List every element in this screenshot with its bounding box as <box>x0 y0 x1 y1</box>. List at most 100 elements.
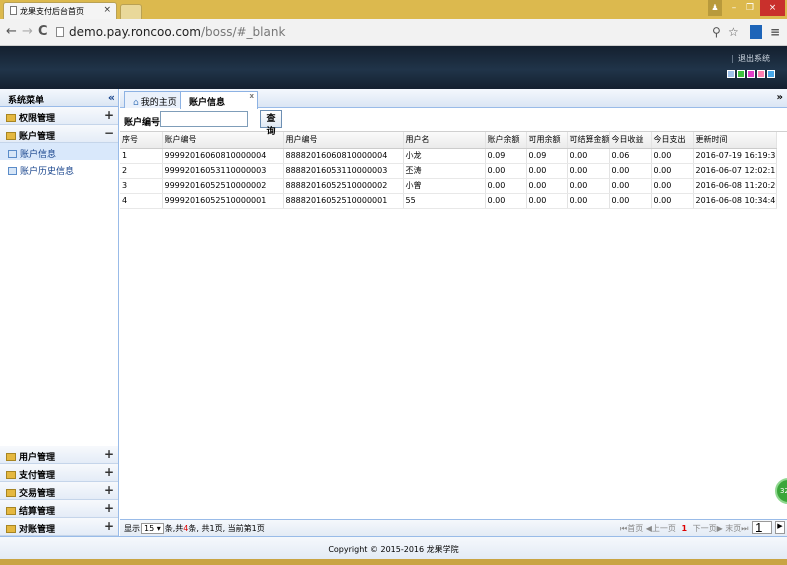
go-page-button[interactable]: ▶ <box>775 521 785 534</box>
collapse-sidebar-icon[interactable]: « <box>108 91 115 104</box>
sidebar-item-account-info[interactable]: 账户信息 <box>0 143 118 160</box>
column-header[interactable]: 今日收益 <box>609 132 652 149</box>
tabs-more-icon[interactable]: » <box>777 92 783 103</box>
folder-icon <box>6 132 16 140</box>
table-row[interactable]: 3 99992016052510000002 88882016052510000… <box>120 178 777 194</box>
table-row[interactable]: 4 99992016052510000001 88882016052510000… <box>120 193 777 209</box>
page-icon <box>10 6 17 15</box>
table-cell: 88882016060810000004 <box>283 148 404 164</box>
table-cell: 小龙 <box>403 148 486 164</box>
page-number-input[interactable] <box>752 521 772 534</box>
browser-tab-title: 龙果支付后台首页 <box>20 7 84 16</box>
column-header[interactable]: 可用余额 <box>526 132 568 149</box>
tab-account-info[interactable]: 账户信息 x <box>180 91 258 109</box>
table-cell: 88882016053110000003 <box>283 163 404 179</box>
theme-swatch-4[interactable] <box>757 70 765 78</box>
current-page: 1 <box>681 524 688 533</box>
table-cell: 0.09 <box>526 148 568 164</box>
page-size-select[interactable]: 15 ▾ <box>141 523 164 534</box>
pagination-nav: ⏮首页 ◀上一页 1 下一页▶ 末页⏭ <box>620 523 748 534</box>
footer: Copyright © 2015-2016 龙果学院 <box>0 536 787 559</box>
column-header[interactable]: 序号 <box>120 132 163 149</box>
table-row[interactable]: 1 99992016060810000004 88882016060810000… <box>120 148 777 164</box>
table-cell: 0.00 <box>526 178 568 194</box>
table-cell: 2 <box>120 163 163 179</box>
maximize-icon[interactable]: ❐ <box>743 0 757 16</box>
next-page-button[interactable]: 下一页▶ <box>693 524 723 533</box>
expand-icon[interactable]: + <box>104 483 114 497</box>
table-row[interactable]: 2 99992016053110000003 88882016053110000… <box>120 163 777 179</box>
new-tab-button[interactable] <box>120 4 142 19</box>
table-cell: 小曾 <box>403 178 486 194</box>
menu-group-settlement[interactable]: 结算管理 + <box>0 500 118 518</box>
sidebar-title: 系统菜单 « <box>0 89 118 107</box>
minimize-icon[interactable]: – <box>727 0 741 16</box>
table-cell: 0.00 <box>567 163 610 179</box>
content-tabs: ⌂ 我的主页 账户信息 x » <box>120 89 787 109</box>
menu-group-account[interactable]: 账户管理 − <box>0 125 118 143</box>
home-icon: ⌂ <box>133 98 139 108</box>
theme-swatch-5[interactable] <box>767 70 775 78</box>
tab-close-icon[interactable]: x <box>249 92 254 100</box>
tab-close-icon[interactable]: × <box>103 5 111 15</box>
table-cell: 0.00 <box>485 178 527 194</box>
first-page-button[interactable]: ⏮首页 <box>620 524 643 533</box>
theme-swatch-3[interactable] <box>747 70 755 78</box>
last-page-button[interactable]: 末页⏭ <box>725 524 748 533</box>
column-header[interactable]: 今日支出 <box>651 132 694 149</box>
expand-icon[interactable]: + <box>104 519 114 533</box>
table-cell: 0.09 <box>485 148 527 164</box>
close-window-icon[interactable]: × <box>760 0 785 16</box>
expand-icon[interactable]: + <box>104 501 114 515</box>
key-icon[interactable]: ⚲ <box>712 25 721 39</box>
search-button[interactable]: 查 询 <box>260 110 282 136</box>
theme-swatch-1[interactable] <box>727 70 735 78</box>
os-taskbar <box>0 559 787 565</box>
expand-icon[interactable]: + <box>104 447 114 461</box>
theme-swatch-2[interactable] <box>737 70 745 78</box>
table-cell: 1 <box>120 148 163 164</box>
column-header[interactable]: 可结算金额 <box>567 132 610 149</box>
browser-tabbar: 龙果支付后台首页 × ♟ – ❐ × <box>0 0 787 19</box>
expand-icon[interactable]: + <box>104 108 114 122</box>
user-icon[interactable]: ♟ <box>708 0 722 16</box>
extension-icon[interactable] <box>750 25 762 39</box>
menu-group-permission[interactable]: 权限管理 + <box>0 107 118 125</box>
forward-icon[interactable]: → <box>22 24 33 39</box>
account-table: 序号 账户编号 用户编号 用户名 账户余额 可用余额 可结算金额 今日收益 今日… <box>120 132 777 209</box>
browser-tab[interactable]: 龙果支付后台首页 × <box>3 2 117 19</box>
menu-icon[interactable]: ≡ <box>770 25 780 39</box>
table-cell: 0.00 <box>609 178 652 194</box>
table-cell: 0.00 <box>485 163 527 179</box>
table-cell: 99992016053110000003 <box>162 163 284 179</box>
star-icon[interactable]: ☆ <box>728 25 739 39</box>
prev-page-button[interactable]: ◀上一页 <box>646 524 676 533</box>
table-cell: 2016-06-08 11:20:20 <box>693 178 777 194</box>
menu-group-trade[interactable]: 交易管理 + <box>0 482 118 500</box>
column-header[interactable]: 用户编号 <box>283 132 404 149</box>
sidebar-item-account-history[interactable]: 账户历史信息 <box>0 160 118 177</box>
account-no-input[interactable] <box>160 111 248 127</box>
table-cell: 0.00 <box>526 193 568 209</box>
account-no-label: 账户编号: <box>124 118 164 128</box>
menu-group-reconciliation[interactable]: 对账管理 + <box>0 518 118 536</box>
menu-group-user[interactable]: 用户管理 + <box>0 446 118 464</box>
table-cell: 0.00 <box>651 148 694 164</box>
expand-icon[interactable]: + <box>104 465 114 479</box>
tab-home[interactable]: ⌂ 我的主页 <box>124 91 186 108</box>
column-header[interactable]: 账户编号 <box>162 132 284 149</box>
table-cell: 0.00 <box>567 148 610 164</box>
column-header[interactable]: 更新时间 <box>693 132 777 149</box>
column-header[interactable]: 账户余额 <box>485 132 527 149</box>
table-cell: 0.00 <box>609 163 652 179</box>
collapse-icon[interactable]: − <box>104 126 114 140</box>
url-input[interactable]: demo.pay.roncoo.com/boss/#_blank <box>56 25 285 39</box>
table-cell: 丕涛 <box>403 163 486 179</box>
table-cell: 0.00 <box>526 163 568 179</box>
logout-link[interactable]: | 退出系统 <box>731 53 770 64</box>
reload-icon[interactable]: C <box>38 24 48 39</box>
column-header[interactable]: 用户名 <box>403 132 486 149</box>
menu-group-payment[interactable]: 支付管理 + <box>0 464 118 482</box>
table-cell: 88882016052510000002 <box>283 178 404 194</box>
back-icon[interactable]: ← <box>6 24 17 39</box>
